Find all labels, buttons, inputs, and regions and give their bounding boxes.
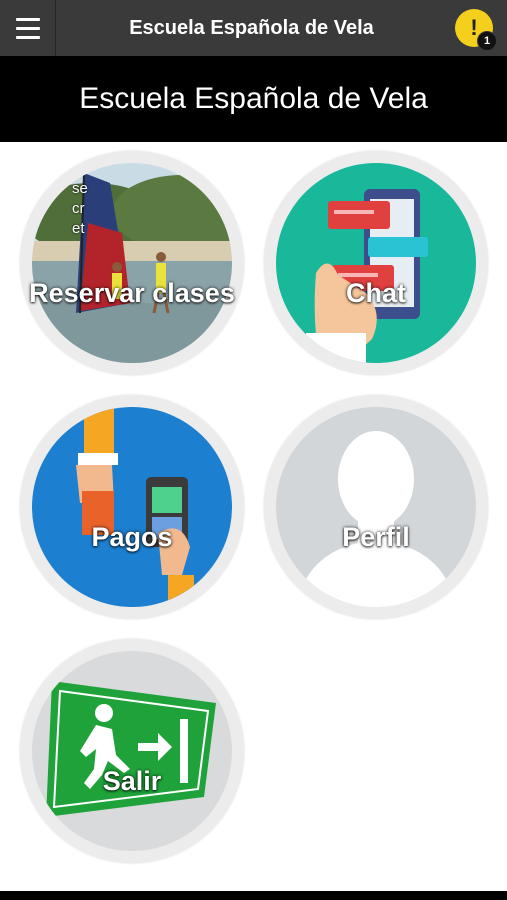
notification-count-badge: 1 — [477, 31, 497, 51]
windsurf-photo: se cr et — [32, 163, 232, 363]
tile-label: Reservar clases — [29, 278, 235, 308]
page-title: Escuela Española de Vela — [0, 56, 507, 142]
tile-label: Pagos — [91, 522, 173, 552]
photo-overlay-line: se — [72, 180, 88, 197]
bottom-bar — [0, 891, 507, 900]
payment-terminal-icon — [32, 407, 232, 607]
menu-button[interactable] — [0, 0, 56, 56]
notifications-button[interactable]: ! 1 — [455, 9, 497, 51]
hamburger-menu-icon-line — [15, 35, 40, 39]
pagos-button[interactable]: Pagos — [20, 395, 244, 619]
chat-phone-icon — [276, 163, 476, 363]
photo-overlay-line: cr — [72, 200, 85, 217]
user-silhouette-icon — [276, 407, 476, 607]
hamburger-menu-icon — [15, 17, 40, 21]
reservar-clases-button[interactable]: se cr et Reservar clases — [20, 151, 244, 375]
tile-label: Chat — [346, 278, 406, 308]
salir-button[interactable]: Salir — [20, 639, 244, 863]
tile-label: Salir — [102, 766, 162, 796]
app-title: Escuela Española de Vela — [129, 17, 374, 39]
photo-overlay-text: se cr et — [72, 179, 88, 239]
tile-label: Perfil — [342, 522, 410, 552]
chat-button[interactable]: Chat — [264, 151, 488, 375]
app-bar: Escuela Española de Vela ! 1 — [0, 0, 507, 56]
photo-overlay-line: et — [72, 220, 85, 237]
hamburger-menu-icon-line — [15, 26, 40, 30]
exit-sign-icon — [32, 651, 232, 851]
perfil-button[interactable]: Perfil — [264, 395, 488, 619]
